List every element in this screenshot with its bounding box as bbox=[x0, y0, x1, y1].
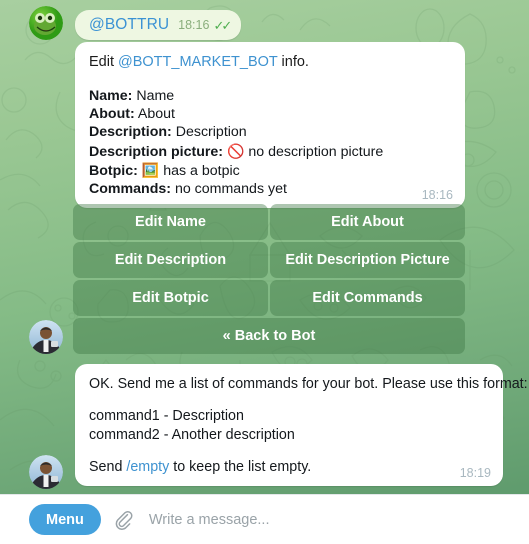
paperclip-icon[interactable] bbox=[113, 509, 135, 531]
frog-avatar[interactable] bbox=[29, 6, 63, 40]
prompt-suffix: to keep the list empty. bbox=[169, 459, 312, 476]
message-timestamp: 18:16 bbox=[178, 18, 210, 32]
telegram-chat-window: @BOTTRU 18:16 ✓✓ Edit @BOTT_MARKET_BOT i… bbox=[0, 0, 529, 544]
info-value: About bbox=[137, 106, 175, 123]
info-value: no commands yet bbox=[174, 181, 287, 198]
info-label: About: bbox=[89, 106, 135, 123]
message-timestamp: 18:19 bbox=[459, 465, 491, 480]
info-label: Description: bbox=[89, 124, 172, 141]
keyboard-row: Edit Name Edit About bbox=[73, 204, 465, 240]
prohibited-icon: 🚫 bbox=[226, 142, 245, 159]
double-check-icon: ✓✓ bbox=[213, 17, 232, 33]
keyboard-row: « Back to Bot bbox=[73, 318, 465, 354]
intro-suffix: info. bbox=[277, 54, 309, 70]
info-field-about: About: About bbox=[89, 105, 451, 123]
info-label: Description picture: bbox=[89, 143, 224, 160]
inline-keyboard: Edit Name Edit About Edit Description Ed… bbox=[73, 204, 465, 354]
info-value: Name bbox=[136, 88, 175, 104]
message-meta: 18:16 ✓✓ bbox=[178, 17, 232, 33]
keyboard-row: Edit Description Edit Description Pictur… bbox=[73, 242, 465, 278]
commands-prompt-bubble[interactable]: OK. Send me a list of commands for your … bbox=[75, 364, 528, 486]
edit-commands-button[interactable]: Edit Commands bbox=[270, 280, 465, 316]
empty-command-link[interactable]: /empty bbox=[126, 459, 169, 475]
info-field-name: Name: Name bbox=[89, 87, 451, 105]
username-text: @BOTTRU bbox=[89, 16, 170, 33]
info-value: no description picture bbox=[248, 143, 384, 160]
edit-description-picture-button[interactable]: Edit Description Picture bbox=[270, 242, 465, 278]
prompt-line-1: OK. Send me a list of commands for your … bbox=[89, 376, 528, 392]
edit-about-button[interactable]: Edit About bbox=[270, 204, 465, 240]
prompt-line-2: command1 - Description bbox=[89, 408, 244, 425]
chat-message-area[interactable]: @BOTTRU 18:16 ✓✓ Edit @BOTT_MARKET_BOT i… bbox=[0, 0, 529, 494]
keyboard-row: Edit Botpic Edit Commands bbox=[73, 280, 465, 316]
bot-info-message-bubble[interactable]: Edit @BOTT_MARKET_BOT info. Name: Name A… bbox=[75, 42, 465, 209]
info-field-botpic: Botpic: 🖼️ has a botpic bbox=[89, 161, 451, 180]
edit-botpic-button[interactable]: Edit Botpic bbox=[73, 280, 268, 316]
info-field-commands: Commands: no commands yet bbox=[89, 180, 451, 198]
message-composer: Menu bbox=[0, 494, 529, 544]
intro-prefix: Edit bbox=[89, 54, 119, 70]
menu-button[interactable]: Menu bbox=[29, 504, 101, 535]
message-row-outgoing: @BOTTRU 18:16 ✓✓ bbox=[29, 6, 242, 40]
message-timestamp: 18:16 bbox=[421, 188, 453, 203]
info-value: Description bbox=[175, 124, 247, 141]
bot-info-intro: Edit @BOTT_MARKET_BOT info. bbox=[89, 54, 451, 70]
edit-description-button[interactable]: Edit Description bbox=[73, 242, 268, 278]
user-photo-avatar[interactable] bbox=[29, 455, 63, 489]
user-photo-avatar[interactable] bbox=[29, 320, 63, 354]
message-input[interactable] bbox=[148, 511, 489, 528]
outgoing-message-bubble[interactable]: @BOTTRU 18:16 ✓✓ bbox=[75, 10, 242, 40]
edit-name-button[interactable]: Edit Name bbox=[73, 204, 268, 240]
info-label: Commands: bbox=[89, 181, 171, 198]
prompt-line-3: command2 - Another description bbox=[89, 426, 295, 443]
prompt-prefix: Send bbox=[89, 459, 127, 476]
info-label: Botpic: bbox=[89, 162, 138, 179]
info-label: Name: bbox=[89, 88, 133, 104]
info-value: has a botpic bbox=[163, 162, 240, 179]
bot-username-link[interactable]: @BOTT_MARKET_BOT bbox=[118, 54, 277, 70]
prompt-line-4: Send /empty to keep the list empty. bbox=[89, 458, 489, 476]
info-field-description: Description: Description bbox=[89, 123, 451, 141]
framed-picture-icon: 🖼️ bbox=[141, 161, 160, 178]
back-to-bot-button[interactable]: « Back to Bot bbox=[73, 318, 465, 354]
info-field-description-picture: Description picture: 🚫 no description pi… bbox=[89, 142, 451, 161]
